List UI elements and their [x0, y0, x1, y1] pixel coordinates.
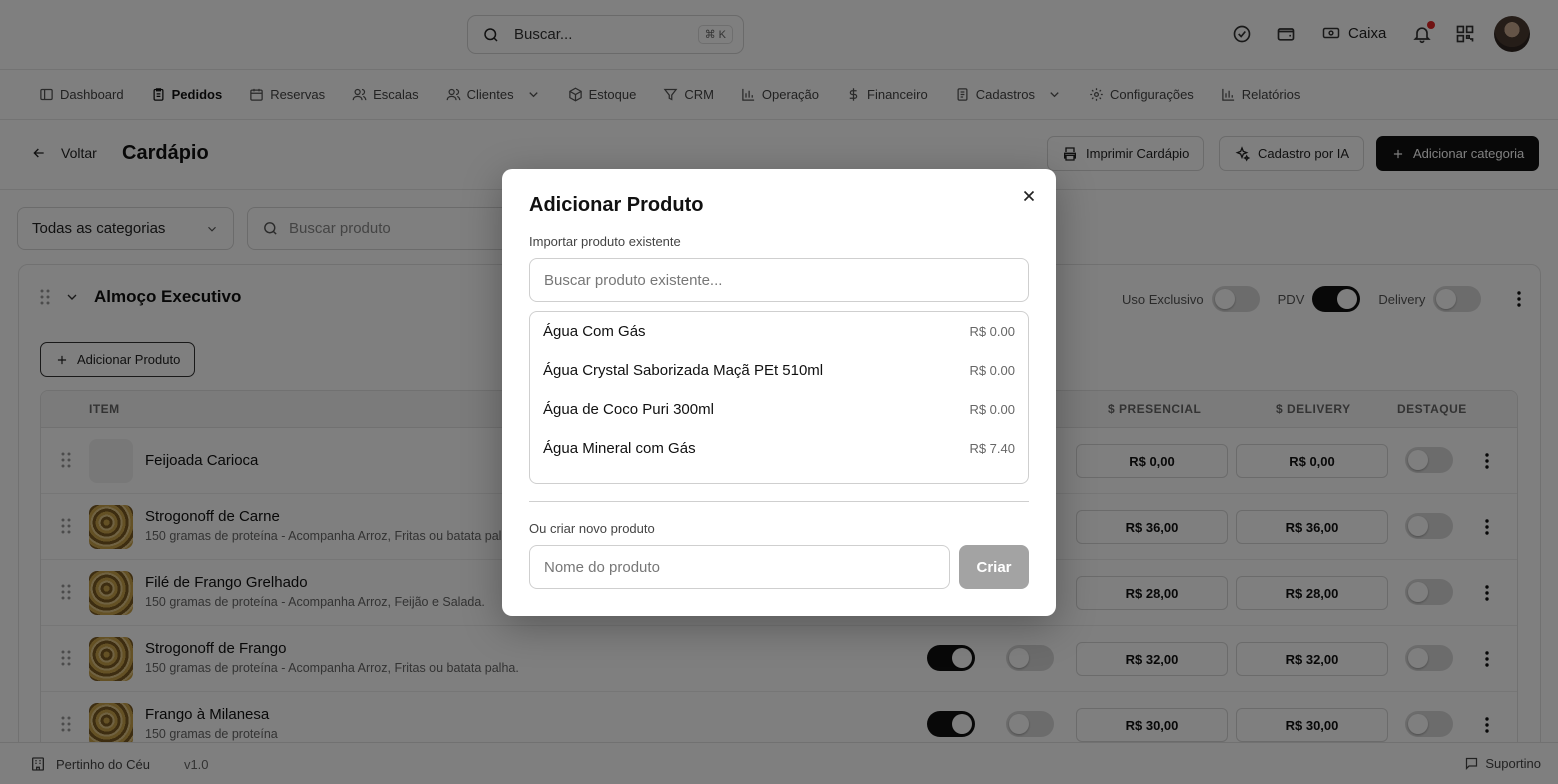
- result-name: Água Crystal Saborizada Maçã PEt 510ml: [543, 362, 824, 379]
- import-label: Importar produto existente: [529, 234, 681, 249]
- result-item[interactable]: Água Com Gás R$ 0.00: [530, 312, 1028, 351]
- search-results-list: Água Com Gás R$ 0.00 Água Crystal Sabori…: [529, 311, 1029, 484]
- create-button[interactable]: Criar: [959, 545, 1029, 589]
- result-item[interactable]: Água de Coco Puri 300ml R$ 0.00: [530, 390, 1028, 429]
- result-price: R$ 0.00: [969, 402, 1015, 417]
- new-product-name-field[interactable]: [529, 545, 950, 589]
- result-name: Água de Coco Puri 300ml: [543, 401, 714, 418]
- result-item[interactable]: Água Crystal Saborizada Maçã PEt 510ml R…: [530, 351, 1028, 390]
- existing-product-search[interactable]: [529, 258, 1029, 302]
- close-icon[interactable]: [1020, 187, 1038, 205]
- modal-title: Adicionar Produto: [529, 194, 704, 216]
- modal-divider: [529, 501, 1029, 502]
- result-price: R$ 7.40: [969, 441, 1015, 456]
- result-item[interactable]: Água Mineral com Gás R$ 7.40: [530, 429, 1028, 468]
- add-product-modal: Adicionar Produto Importar produto exist…: [502, 169, 1056, 616]
- result-price: R$ 0.00: [969, 324, 1015, 339]
- result-name: Água Mineral com Gás: [543, 440, 696, 457]
- result-name: Água Com Gás: [543, 323, 646, 340]
- result-price: R$ 0.00: [969, 363, 1015, 378]
- create-label: Ou criar novo produto: [529, 521, 655, 536]
